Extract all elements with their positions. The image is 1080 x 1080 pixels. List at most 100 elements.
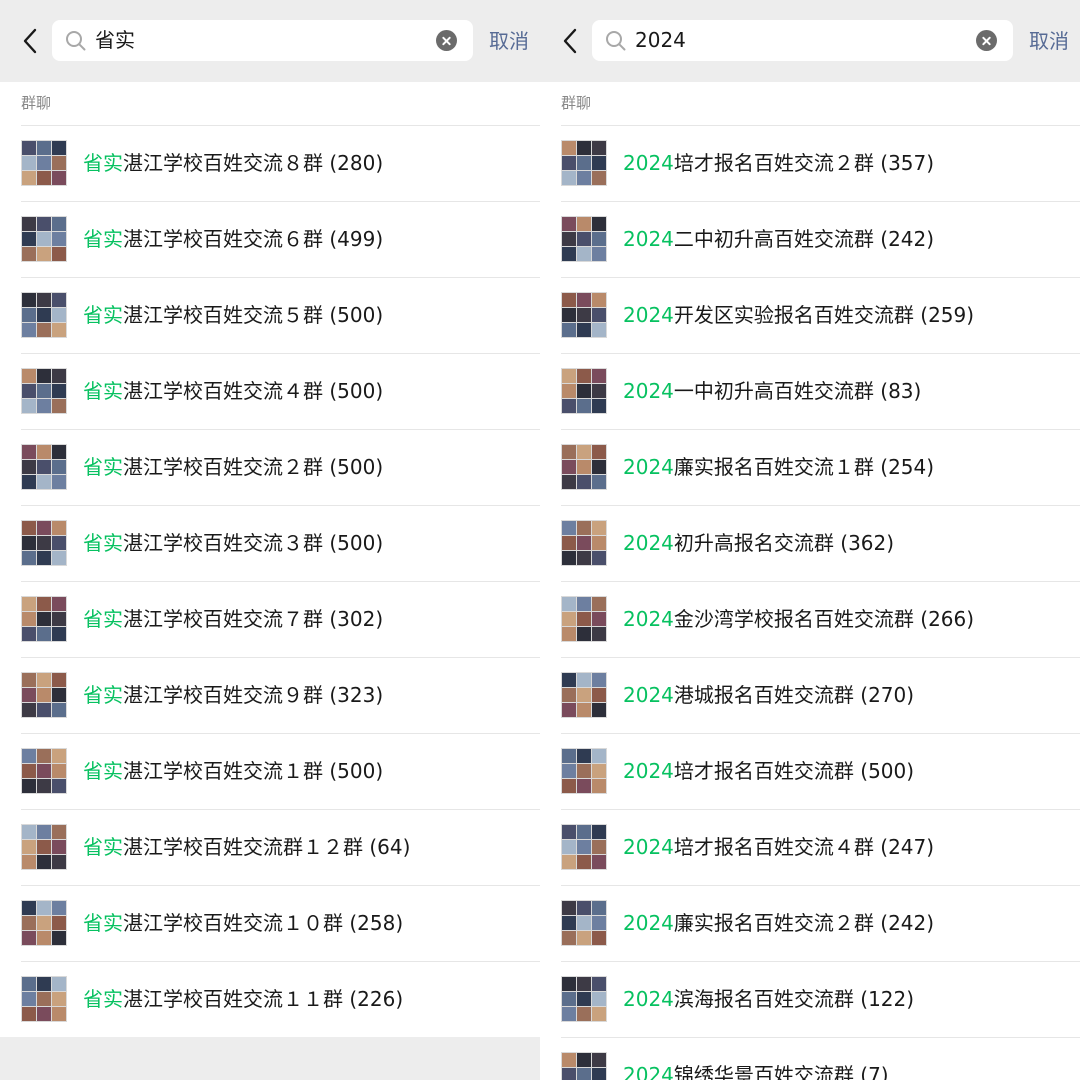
group-avatar (561, 672, 607, 718)
group-chat-result[interactable]: 省实湛江学校百姓交流１１群 (226) (0, 961, 540, 1037)
group-name: 省实湛江学校百姓交流９群 (323) (83, 657, 383, 733)
group-chat-result[interactable]: 省实湛江学校百姓交流１０群 (258) (0, 885, 540, 961)
group-avatar (21, 596, 67, 642)
matched-keyword: 省实 (83, 683, 123, 707)
matched-keyword: 2024 (623, 911, 674, 935)
group-chat-result[interactable]: 2024初升高报名交流群 (362) (540, 505, 1080, 581)
matched-keyword: 2024 (623, 151, 674, 175)
group-chat-result[interactable]: 2024培才报名百姓交流２群 (357) (540, 125, 1080, 201)
matched-keyword: 2024 (623, 607, 674, 631)
group-name-rest: 湛江学校百姓交流２群 (500) (123, 455, 384, 479)
group-chat-result[interactable]: 省实湛江学校百姓交流３群 (500) (0, 505, 540, 581)
search-results: 群聊 省实湛江学校百姓交流８群 (280) 省实湛江学校百姓交流６群 (499) 省… (0, 82, 540, 1037)
back-button[interactable] (14, 22, 46, 60)
search-input[interactable]: 2024 (592, 20, 1013, 61)
group-chat-result[interactable]: 2024锦绣华景百姓交流群 (7) (540, 1037, 1080, 1080)
group-name-rest: 湛江学校百姓交流群１２群 (64) (123, 835, 411, 859)
group-avatar (21, 216, 67, 262)
group-chat-result[interactable]: 2024廉实报名百姓交流１群 (254) (540, 429, 1080, 505)
group-avatar (561, 292, 607, 338)
group-chat-result[interactable]: 省实湛江学校百姓交流９群 (323) (0, 657, 540, 733)
group-chat-result[interactable]: 省实湛江学校百姓交流４群 (500) (0, 353, 540, 429)
group-chat-result[interactable]: 2024培才报名百姓交流群 (500) (540, 733, 1080, 809)
group-avatar (561, 824, 607, 870)
matched-keyword: 省实 (83, 835, 123, 859)
cancel-button[interactable]: 取消 (1029, 21, 1069, 61)
cancel-button[interactable]: 取消 (489, 21, 529, 61)
group-chat-result[interactable]: 省实湛江学校百姓交流５群 (500) (0, 277, 540, 353)
matched-keyword: 省实 (83, 607, 123, 631)
left-search-screen: 省实 取消 群聊 省实湛江学校百姓交流８群 (280) 省实湛江学校百姓交流６群 … (0, 0, 540, 1080)
group-chat-result[interactable]: 2024二中初升高百姓交流群 (242) (540, 201, 1080, 277)
group-name-rest: 湛江学校百姓交流４群 (500) (123, 379, 384, 403)
group-chat-result[interactable]: 2024滨海报名百姓交流群 (122) (540, 961, 1080, 1037)
group-name: 省实湛江学校百姓交流３群 (500) (83, 505, 383, 581)
group-name: 省实湛江学校百姓交流８群 (280) (83, 125, 383, 201)
group-avatar (21, 444, 67, 490)
matched-keyword: 2024 (623, 1063, 674, 1080)
group-chat-result[interactable]: 省实湛江学校百姓交流６群 (499) (0, 201, 540, 277)
group-name-rest: 培才报名百姓交流４群 (247) (673, 835, 935, 859)
search-query: 省实 (95, 28, 135, 52)
chevron-left-icon (23, 28, 37, 54)
clear-icon[interactable] (976, 30, 997, 51)
matched-keyword: 省实 (83, 911, 123, 935)
group-name: 2024一中初升高百姓交流群 (83) (623, 353, 921, 429)
matched-keyword: 2024 (623, 227, 674, 251)
matched-keyword: 2024 (623, 987, 674, 1011)
group-name: 2024滨海报名百姓交流群 (122) (623, 961, 914, 1037)
group-avatar (21, 520, 67, 566)
group-name: 2024廉实报名百姓交流２群 (242) (623, 885, 934, 961)
group-avatar (561, 520, 607, 566)
group-chat-result[interactable]: 2024培才报名百姓交流４群 (247) (540, 809, 1080, 885)
group-avatar (561, 444, 607, 490)
group-name-rest: 湛江学校百姓交流７群 (302) (123, 607, 384, 631)
group-name: 2024培才报名百姓交流群 (500) (623, 733, 914, 809)
group-chat-result[interactable]: 2024开发区实验报名百姓交流群 (259) (540, 277, 1080, 353)
group-avatar (21, 976, 67, 1022)
group-name-rest: 湛江学校百姓交流３群 (500) (123, 531, 384, 555)
group-name-rest: 开发区实验报名百姓交流群 (259) (673, 303, 975, 327)
result-list: 省实湛江学校百姓交流８群 (280) 省实湛江学校百姓交流６群 (499) 省实湛江… (0, 125, 540, 1037)
group-name-rest: 湛江学校百姓交流６群 (499) (123, 227, 384, 251)
group-avatar (21, 292, 67, 338)
group-chat-result[interactable]: 省实湛江学校百姓交流２群 (500) (0, 429, 540, 505)
group-name: 省实湛江学校百姓交流６群 (499) (83, 201, 383, 277)
search-input[interactable]: 省实 (52, 20, 473, 61)
clear-icon[interactable] (436, 30, 457, 51)
group-avatar (21, 748, 67, 794)
group-name: 省实湛江学校百姓交流１群 (500) (83, 733, 383, 809)
group-chat-result[interactable]: 省实湛江学校百姓交流８群 (280) (0, 125, 540, 201)
group-chat-result[interactable]: 2024港城报名百姓交流群 (270) (540, 657, 1080, 733)
group-name-rest: 湛江学校百姓交流１０群 (258) (123, 911, 404, 935)
matched-keyword: 省实 (83, 759, 123, 783)
group-name-rest: 二中初升高百姓交流群 (242) (673, 227, 935, 251)
group-name-rest: 金沙湾学校报名百姓交流群 (266) (673, 607, 975, 631)
group-avatar (561, 900, 607, 946)
group-name: 2024培才报名百姓交流２群 (357) (623, 125, 934, 201)
section-header: 群聊 (561, 94, 592, 112)
group-name-rest: 湛江学校百姓交流８群 (280) (123, 151, 384, 175)
matched-keyword: 省实 (83, 455, 123, 479)
matched-keyword: 2024 (623, 531, 674, 555)
matched-keyword: 省实 (83, 379, 123, 403)
group-chat-result[interactable]: 省实湛江学校百姓交流７群 (302) (0, 581, 540, 657)
section-header: 群聊 (21, 94, 52, 112)
back-button[interactable] (554, 22, 586, 60)
search-query: 2024 (635, 28, 686, 52)
group-chat-result[interactable]: 省实湛江学校百姓交流群１２群 (64) (0, 809, 540, 885)
search-header: 省实 取消 (0, 0, 540, 82)
group-name: 2024金沙湾学校报名百姓交流群 (266) (623, 581, 974, 657)
group-name-rest: 湛江学校百姓交流９群 (323) (123, 683, 384, 707)
group-name-rest: 初升高报名交流群 (362) (673, 531, 895, 555)
group-avatar (561, 140, 607, 186)
group-chat-result[interactable]: 省实湛江学校百姓交流１群 (500) (0, 733, 540, 809)
matched-keyword: 省实 (83, 151, 123, 175)
group-chat-result[interactable]: 2024金沙湾学校报名百姓交流群 (266) (540, 581, 1080, 657)
group-chat-result[interactable]: 2024廉实报名百姓交流２群 (242) (540, 885, 1080, 961)
group-chat-result[interactable]: 2024一中初升高百姓交流群 (83) (540, 353, 1080, 429)
group-avatar (561, 748, 607, 794)
group-name-rest: 港城报名百姓交流群 (270) (673, 683, 915, 707)
group-name: 省实湛江学校百姓交流７群 (302) (83, 581, 383, 657)
search-header: 2024 取消 (540, 0, 1080, 82)
